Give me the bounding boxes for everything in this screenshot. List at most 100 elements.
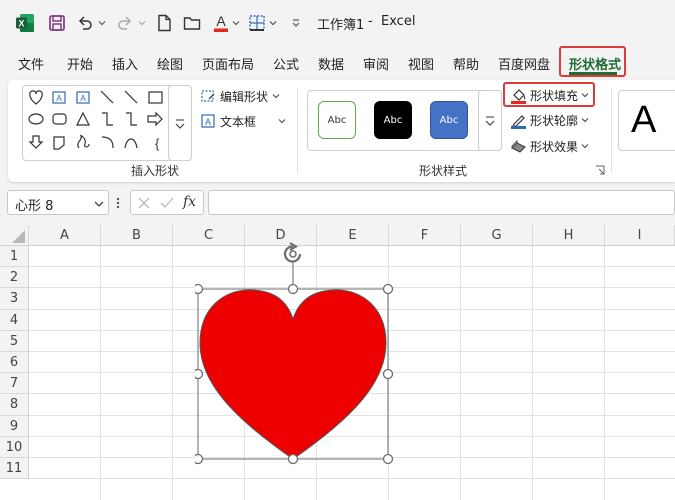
customize-toolbar-icon[interactable] — [288, 12, 304, 34]
heart-shape-selection[interactable] — [195, 241, 395, 466]
chevron-down-icon — [581, 118, 589, 123]
name-box-value: 心形 8 — [15, 199, 54, 214]
row-header-2[interactable]: 2 — [0, 267, 29, 289]
column-header-g[interactable]: G — [461, 225, 533, 246]
preset-label: Abc — [439, 114, 459, 126]
column-header-i[interactable]: I — [605, 225, 675, 246]
app-name: Excel — [381, 14, 416, 29]
wordart-styles-gallery[interactable]: A — [618, 90, 675, 151]
window-title: 工作簿1 — [317, 18, 365, 33]
borders-dropdown-icon[interactable] — [268, 12, 278, 34]
column-header-a[interactable]: A — [29, 225, 101, 246]
shape-style-preset-black[interactable]: Abc — [374, 101, 412, 139]
text-box-label: 文本框 — [220, 114, 257, 129]
save-icon[interactable] — [46, 12, 68, 34]
row-header-5[interactable]: 5 — [0, 330, 29, 352]
svg-text:A: A — [205, 117, 211, 127]
tab-home[interactable]: 开始 — [67, 54, 93, 73]
open-folder-icon[interactable] — [181, 12, 203, 34]
column-header-h[interactable]: H — [533, 225, 605, 246]
insert-function-button[interactable]: fx — [183, 194, 196, 210]
preset-label: Abc — [327, 114, 347, 126]
tab-page-layout[interactable]: 页面布局 — [202, 54, 254, 73]
font-color-dropdown-icon[interactable] — [231, 12, 241, 34]
preset-label: Abc — [383, 114, 403, 126]
shape-effects-label: 形状效果 — [530, 139, 579, 154]
title-separator: - — [368, 14, 373, 29]
row-header-7[interactable]: 7 — [0, 373, 29, 395]
borders-icon[interactable] — [246, 12, 268, 34]
group-divider — [297, 88, 298, 174]
tab-insert[interactable]: 插入 — [112, 54, 138, 73]
tab-help[interactable]: 帮助 — [453, 54, 479, 73]
svg-text:X: X — [18, 19, 24, 29]
chevron-down-icon — [581, 144, 589, 149]
more-options-icon[interactable] — [116, 196, 120, 210]
undo-dropdown-icon[interactable] — [97, 12, 107, 34]
row-header-6[interactable]: 6 — [0, 352, 29, 374]
paint-bucket-icon — [511, 88, 526, 104]
tab-file[interactable]: 文件 — [18, 54, 44, 73]
wordart-preview: A — [631, 99, 657, 141]
redo-dropdown-icon[interactable] — [137, 12, 147, 34]
tab-highlight-box — [559, 46, 626, 77]
shape-styles-group-label: 形状样式 — [419, 164, 468, 178]
shape-outline-label: 形状轮廓 — [530, 113, 579, 128]
shapes-gallery-more-button[interactable] — [168, 85, 192, 161]
chevron-down-icon — [278, 119, 286, 124]
shape-fill-button[interactable]: 形状填充 — [510, 86, 594, 104]
column-header-f[interactable]: F — [389, 225, 461, 246]
row-header-11[interactable]: 11 — [0, 458, 29, 480]
tab-view[interactable]: 视图 — [408, 54, 434, 73]
svg-text:A: A — [216, 13, 226, 29]
shape-effects-button[interactable]: 形状效果 — [510, 137, 600, 155]
formula-input[interactable] — [208, 190, 675, 215]
tab-data[interactable]: 数据 — [318, 54, 344, 73]
tab-review[interactable]: 审阅 — [363, 54, 389, 73]
shape-style-preset-outline[interactable]: Abc — [318, 101, 356, 139]
row-header-8[interactable]: 8 — [0, 394, 29, 416]
tab-formulas[interactable]: 公式 — [273, 54, 299, 73]
tab-baidu-netdisk[interactable]: 百度网盘 — [498, 54, 550, 73]
new-file-icon[interactable] — [153, 12, 175, 34]
undo-icon[interactable] — [74, 12, 96, 34]
ribbon: A A {编辑形状 A 文本框 插入形状 Abc Abc Abc 形状填充 形… — [8, 80, 675, 182]
row-header-1[interactable]: 1 — [0, 246, 29, 268]
name-box[interactable]: 心形 8 — [7, 190, 109, 215]
select-all-corner[interactable] — [0, 225, 29, 246]
enter-check-icon[interactable] — [159, 196, 175, 210]
svg-text:{: { — [155, 136, 160, 151]
row-header-9[interactable]: 9 — [0, 415, 29, 437]
chevron-down-icon[interactable] — [94, 200, 104, 208]
chevron-down-icon — [272, 94, 280, 99]
edit-shape-label: 编辑形状 — [220, 89, 269, 104]
pen-outline-icon — [511, 114, 526, 129]
row-header-10[interactable]: 10 — [0, 436, 29, 458]
shape-fill-label: 形状填充 — [530, 88, 579, 103]
font-color-icon[interactable]: A — [210, 12, 232, 34]
shape-outline-button[interactable]: 形状轮廓 — [510, 111, 600, 129]
column-header-b[interactable]: B — [101, 225, 173, 246]
row-header-4[interactable]: 4 — [0, 309, 29, 331]
shape-style-preset-blue[interactable]: Abc — [430, 101, 468, 139]
heart-shape[interactable] — [199, 289, 387, 460]
title-bar: X A 工作簿1 - Excel — [0, 0, 675, 46]
insert-shapes-group-label: 插入形状 — [131, 164, 180, 178]
svg-text:A: A — [56, 94, 62, 103]
redo-icon[interactable] — [114, 12, 136, 34]
tab-draw[interactable]: 绘图 — [157, 54, 183, 73]
group-divider — [611, 88, 612, 174]
text-box-button[interactable]: A 文本框 — [200, 112, 292, 130]
edit-shape-button[interactable]: 编辑形状 — [200, 87, 292, 105]
shape-effects-icon — [511, 139, 526, 153]
dialog-launcher-icon[interactable] — [595, 165, 605, 175]
formula-controls: fx — [130, 190, 204, 215]
rotate-handle-icon[interactable] — [283, 242, 302, 263]
svg-text:A: A — [80, 94, 86, 103]
chevron-down-icon — [581, 93, 589, 98]
row-header-3[interactable]: 3 — [0, 288, 29, 310]
shape-styles-more-button[interactable] — [478, 90, 502, 151]
shapes-gallery: A A { — [22, 85, 192, 161]
text-box-icon: A — [201, 114, 215, 128]
cancel-icon[interactable] — [137, 196, 151, 210]
